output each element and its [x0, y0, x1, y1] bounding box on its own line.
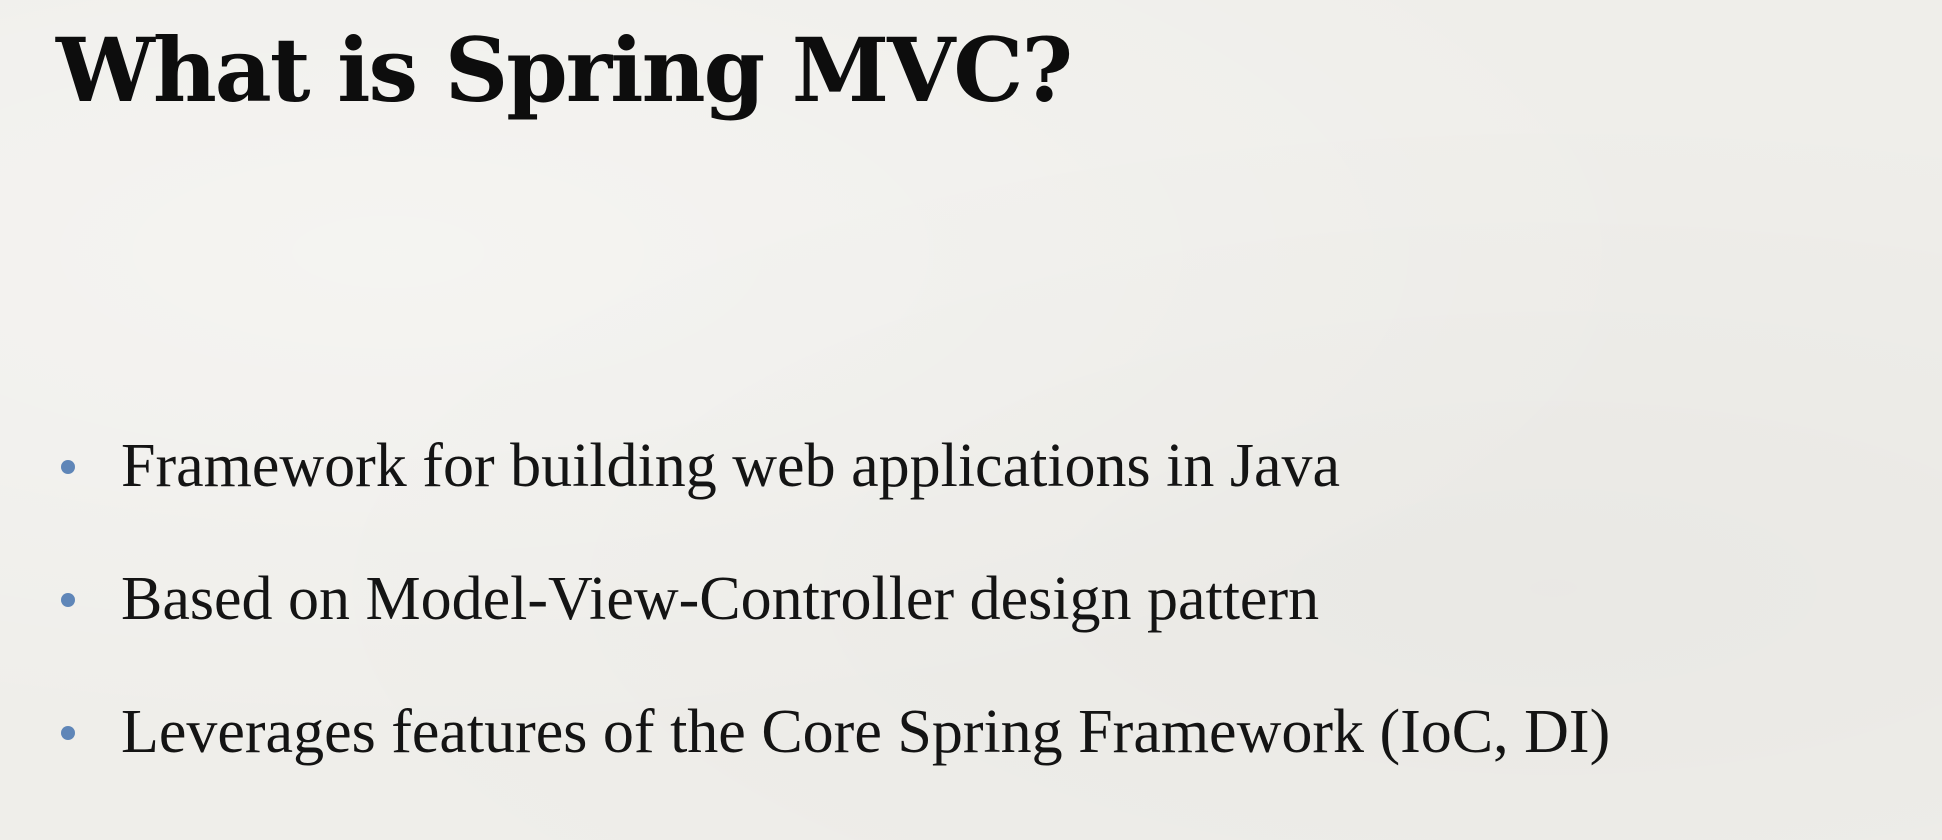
bullet-item: Framework for building web applications … — [0, 400, 1942, 533]
bullet-dot-icon — [61, 460, 75, 474]
bullet-text: Based on Model-View-Controller design pa… — [121, 565, 1320, 633]
bullet-list: Framework for building web applications … — [0, 400, 1942, 799]
bullet-text: Framework for building web applications … — [121, 432, 1341, 500]
bullet-dot-icon — [61, 593, 75, 607]
bullet-item: Leverages features of the Core Spring Fr… — [0, 666, 1942, 799]
slide: What is Spring MVC? Framework for buildi… — [0, 0, 1942, 840]
bullet-dot-icon — [61, 726, 75, 740]
bullet-text: Leverages features of the Core Spring Fr… — [121, 698, 1611, 766]
slide-title: What is Spring MVC? — [56, 18, 1073, 122]
bullet-item: Based on Model-View-Controller design pa… — [0, 533, 1942, 666]
